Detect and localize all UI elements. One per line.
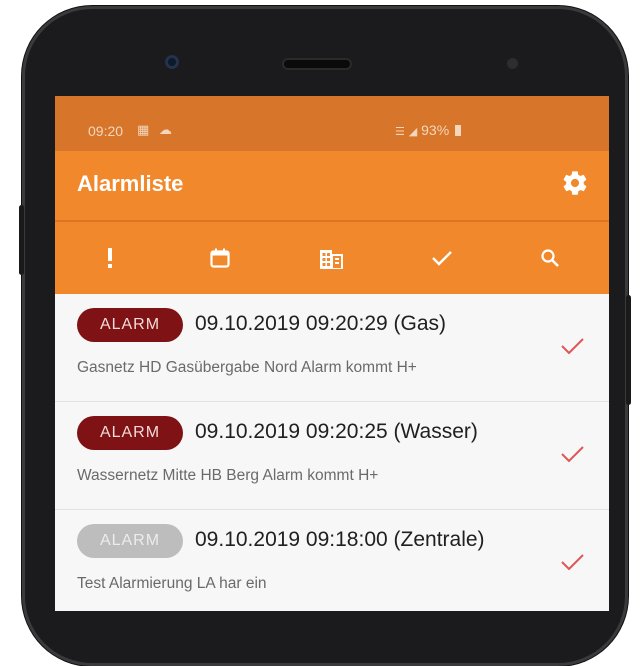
side-button-left	[19, 205, 24, 275]
status-right: ☰ ◢ 93%	[395, 122, 462, 138]
app-screen: 09:20 ▦ ☁ ☰ ◢ 93% Alarmliste ALARM 09.10…	[55, 96, 609, 611]
image-icon: ▦	[137, 122, 153, 137]
status-time: 09:20	[88, 123, 124, 139]
alarm-list: ALARM 09.10.2019 09:20:29 (Gas) Gasnetz …	[55, 294, 609, 611]
alarm-timestamp: 09.10.2019 09:20:25 (Wasser)	[195, 420, 478, 443]
side-button-right	[626, 295, 631, 405]
tab-alarms[interactable]	[75, 222, 145, 294]
battery-icon	[455, 125, 462, 136]
alarm-status-badge: ALARM	[77, 524, 183, 558]
alarm-row[interactable]: ALARM 09.10.2019 09:18:00 (Zentrale) Tes…	[55, 510, 609, 611]
alarm-description: Test Alarmierung LA har ein	[77, 575, 267, 592]
alarm-timestamp: 09.10.2019 09:18:00 (Zentrale)	[195, 528, 485, 551]
alarm-timestamp: 09.10.2019 09:20:29 (Gas)	[195, 312, 447, 335]
front-camera	[165, 55, 179, 69]
tab-acknowledged[interactable]	[407, 222, 477, 294]
proximity-sensor	[507, 58, 518, 69]
exclamation-icon	[108, 248, 112, 268]
tab-calendar[interactable]	[185, 222, 255, 294]
filter-tab-bar	[55, 222, 609, 294]
battery-percent: 93%	[421, 122, 450, 138]
app-bar: Alarmliste	[55, 151, 609, 221]
search-icon	[541, 249, 559, 267]
acknowledge-check-icon[interactable]	[558, 442, 586, 466]
signal-icon: ◢	[408, 126, 418, 138]
gear-icon[interactable]	[561, 169, 589, 197]
weather-icon: ☁	[158, 122, 175, 137]
check-icon	[432, 251, 452, 266]
wifi-icon: ☰	[395, 126, 405, 138]
status-bar: 09:20 ▦ ☁ ☰ ◢ 93%	[55, 96, 609, 151]
earpiece-speaker	[284, 60, 350, 68]
status-left-icons: ▦ ☁	[137, 122, 175, 138]
alarm-row[interactable]: ALARM 09.10.2019 09:20:29 (Gas) Gasnetz …	[55, 294, 609, 402]
tab-buildings[interactable]	[296, 222, 366, 294]
alarm-description: Gasnetz HD Gasübergabe Nord Alarm kommt …	[77, 359, 417, 376]
alarm-status-badge: ALARM	[77, 308, 183, 342]
alarm-status-badge: ALARM	[77, 416, 183, 450]
tab-search[interactable]	[515, 222, 585, 294]
alarm-row[interactable]: ALARM 09.10.2019 09:20:25 (Wasser) Wasse…	[55, 402, 609, 510]
acknowledge-check-icon[interactable]	[558, 550, 586, 574]
building-icon	[320, 250, 343, 269]
calendar-icon	[210, 248, 230, 268]
page-title: Alarmliste	[77, 171, 184, 196]
alarm-description: Wassernetz Mitte HB Berg Alarm kommt H+	[77, 467, 379, 484]
acknowledge-check-icon[interactable]	[558, 334, 586, 358]
